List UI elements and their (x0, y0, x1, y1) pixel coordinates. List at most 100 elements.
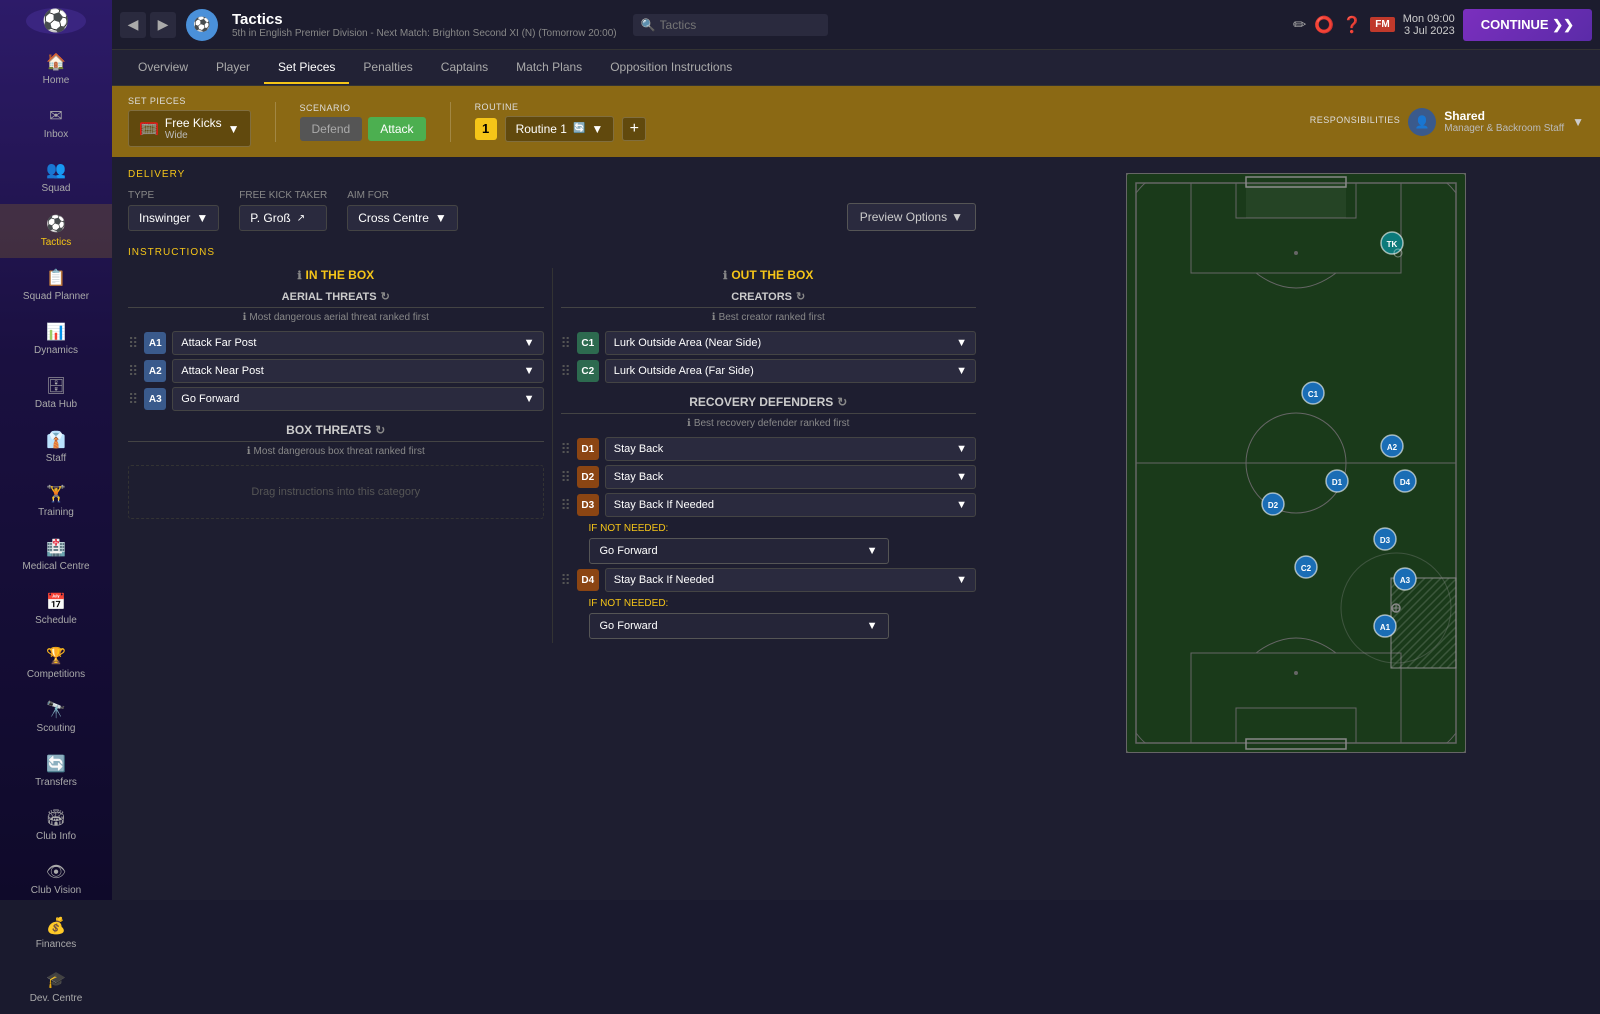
help-icon-btn[interactable]: ⭕ (1314, 15, 1334, 35)
if-not-select-d4[interactable]: Go Forward ▼ (589, 613, 889, 639)
taker-select[interactable]: P. Groß ↗ (239, 205, 327, 231)
tab-penalties[interactable]: Penalties (349, 52, 426, 84)
sidebar-item-schedule[interactable]: 📅 Schedule (0, 582, 112, 636)
svg-text:D4: D4 (1400, 478, 1411, 487)
sidebar-item-squad[interactable]: 👥 Squad (0, 150, 112, 204)
drag-handle-c2[interactable]: ⠿ (561, 363, 571, 380)
set-pieces-select[interactable]: 🥅 Free Kicks Wide ▼ (128, 110, 251, 147)
sidebar-item-club-info[interactable]: 🏟 Club Info (0, 798, 112, 852)
sidebar-item-competitions[interactable]: 🏆 Competitions (0, 636, 112, 690)
select-a3[interactable]: Go Forward ▼ (172, 387, 543, 411)
sidebar-item-staff[interactable]: 👔 Staff (0, 420, 112, 474)
responsibilities-label: RESPONSIBILITIES (1310, 115, 1401, 125)
tab-set-pieces[interactable]: Set Pieces (264, 52, 349, 84)
info-icon-recovery: ℹ (687, 418, 691, 429)
tab-match-plans[interactable]: Match Plans (502, 52, 596, 84)
sidebar-item-medical[interactable]: 🏥 Medical Centre (0, 528, 112, 582)
badge-d1: D1 (577, 438, 599, 460)
sidebar-label-inbox: Inbox (44, 129, 68, 140)
sidebar-item-finances[interactable]: 💰 Finances (0, 906, 112, 960)
type-chevron-icon: ▼ (196, 211, 208, 225)
sp-divider-1 (275, 102, 276, 142)
sidebar-label-dynamics: Dynamics (34, 345, 78, 356)
aerial-refresh-icon[interactable]: ↻ (381, 290, 390, 303)
sidebar-item-transfers[interactable]: 🔄 Transfers (0, 744, 112, 798)
badge-a3: A3 (144, 388, 166, 410)
sidebar-item-squad-planner[interactable]: 📋 Squad Planner (0, 258, 112, 312)
svg-text:D1: D1 (1332, 478, 1343, 487)
select-d1[interactable]: Stay Back ▼ (605, 437, 976, 461)
select-d4[interactable]: Stay Back If Needed ▼ (605, 568, 976, 592)
forward-button[interactable]: ▶ (150, 12, 176, 38)
sidebar-item-training[interactable]: 🏋 Training (0, 474, 112, 528)
chevron-c2: ▼ (956, 365, 967, 377)
sidebar-item-club-vision[interactable]: 👁 Club Vision (0, 852, 112, 906)
right-panel: TK C1 A2 D4 D1 D2 (992, 157, 1600, 891)
dev-centre-icon: 🎓 (46, 970, 66, 990)
select-c2[interactable]: Lurk Outside Area (Far Side) ▼ (605, 359, 976, 383)
drag-handle-d1[interactable]: ⠿ (561, 441, 571, 458)
if-not-select-d3[interactable]: Go Forward ▼ (589, 538, 889, 564)
aerial-row-a1: ⠿ A1 Attack Far Post ▼ (128, 331, 544, 355)
sidebar-item-dev-centre[interactable]: 🎓 Dev. Centre (0, 960, 112, 1014)
sidebar-label-schedule: Schedule (35, 615, 77, 626)
edit-button[interactable]: ✏ (1293, 15, 1306, 35)
free-kicks-value: Free Kicks (165, 116, 222, 130)
sidebar-item-data-hub[interactable]: 🗄 Data Hub (0, 366, 112, 420)
field-svg: TK C1 A2 D4 D1 D2 (1126, 173, 1466, 753)
aim-value: Cross Centre (358, 211, 429, 225)
defend-button[interactable]: Defend (300, 117, 363, 141)
responsibilities-section: RESPONSIBILITIES 👤 Shared Manager & Back… (1310, 108, 1584, 136)
select-a1[interactable]: Attack Far Post ▼ (172, 331, 543, 355)
creators-refresh-icon[interactable]: ↻ (796, 290, 805, 303)
box-refresh-icon[interactable]: ↻ (375, 423, 385, 437)
staff-icon: 👔 (46, 430, 66, 450)
badge-c1: C1 (577, 332, 599, 354)
drag-handle-d4[interactable]: ⠿ (561, 572, 571, 589)
tab-overview[interactable]: Overview (124, 52, 202, 84)
drag-handle-a1[interactable]: ⠿ (128, 335, 138, 352)
search-input[interactable] (660, 18, 820, 32)
type-select[interactable]: Inswinger ▼ (128, 205, 219, 231)
preview-chevron-icon: ▼ (951, 210, 963, 224)
svg-text:D3: D3 (1380, 536, 1391, 545)
page-title: Tactics (232, 11, 617, 28)
sidebar-item-scouting[interactable]: 🔭 Scouting (0, 690, 112, 744)
tab-opposition[interactable]: Opposition Instructions (596, 52, 746, 84)
select-a2[interactable]: Attack Near Post ▼ (172, 359, 543, 383)
routine-add-button[interactable]: + (622, 117, 646, 141)
routine-chevron-icon: ▼ (591, 122, 603, 136)
drag-handle-c1[interactable]: ⠿ (561, 335, 571, 352)
tab-player[interactable]: Player (202, 52, 264, 84)
if-not-chevron-d4: ▼ (867, 620, 878, 632)
scenario-label: SCENARIO (300, 103, 426, 113)
topbar-search[interactable]: 🔍 (633, 14, 828, 36)
topbar: ◀ ▶ ⚽ Tactics 5th in English Premier Div… (112, 0, 1600, 50)
aim-select[interactable]: Cross Centre ▼ (347, 205, 458, 231)
drag-handle-a2[interactable]: ⠿ (128, 363, 138, 380)
drag-handle-d2[interactable]: ⠿ (561, 469, 571, 486)
recovery-refresh-icon[interactable]: ↻ (837, 395, 847, 409)
select-d3[interactable]: Stay Back If Needed ▼ (605, 493, 976, 517)
sidebar-item-tactics[interactable]: ⚽ Tactics (0, 204, 112, 258)
select-c1[interactable]: Lurk Outside Area (Near Side) ▼ (605, 331, 976, 355)
manager-role: Manager & Backroom Staff (1444, 123, 1564, 134)
if-not-chevron-d3: ▼ (867, 545, 878, 557)
drag-handle-d3[interactable]: ⠿ (561, 497, 571, 514)
drag-handle-a3[interactable]: ⠿ (128, 391, 138, 408)
select-d2[interactable]: Stay Back ▼ (605, 465, 976, 489)
in-the-box-title: ℹ IN THE BOX (128, 268, 544, 282)
sidebar-item-home[interactable]: 🏠 Home (0, 42, 112, 96)
routine-dropdown[interactable]: Routine 1 🔄 ▼ (505, 116, 615, 142)
attack-button[interactable]: Attack (368, 117, 425, 141)
info-icon-creators: ℹ (712, 312, 716, 323)
scenario-section: SCENARIO Defend Attack (300, 103, 426, 141)
sidebar-item-inbox[interactable]: ✉ Inbox (0, 96, 112, 150)
back-button[interactable]: ◀ (120, 12, 146, 38)
continue-button[interactable]: CONTINUE ❯❯ (1463, 9, 1592, 41)
sidebar-item-dynamics[interactable]: 📊 Dynamics (0, 312, 112, 366)
tab-captains[interactable]: Captains (427, 52, 502, 84)
out-the-box-title: ℹ OUT THE BOX (561, 268, 977, 282)
question-button[interactable]: ❓ (1342, 15, 1362, 35)
preview-options-button[interactable]: Preview Options ▼ (847, 203, 976, 231)
